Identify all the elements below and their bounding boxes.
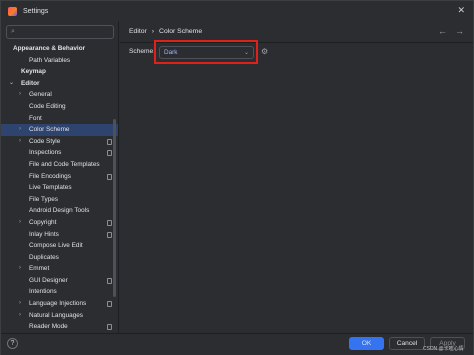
breadcrumb-separator: › — [151, 28, 155, 35]
sidebar-item-label: File Types — [29, 195, 59, 203]
project-scope-icon — [107, 173, 112, 180]
content-panel: Editor › Color Scheme ← → Scheme: Dark ⌄… — [120, 21, 473, 333]
search-icon: ⌕ — [11, 28, 15, 35]
sidebar-item-label: Code Editing — [29, 102, 66, 110]
sidebar-item-label: Android Design Tools — [29, 207, 90, 215]
sidebar-item-file-encodings[interactable]: File Encodings — [1, 171, 118, 183]
sidebar-item-label: Code Style — [29, 137, 61, 145]
sidebar-item-label: Font — [29, 114, 42, 122]
sidebar-item-path-variables[interactable]: Path Variables — [1, 55, 118, 67]
sidebar-item-label: General — [29, 91, 52, 99]
back-arrow-icon[interactable]: ← — [438, 26, 447, 36]
sidebar-item-label: Compose Live Edit — [29, 242, 83, 250]
sidebar-item-natural-languages[interactable]: › Natural Languages — [1, 310, 118, 322]
project-scope-icon — [107, 219, 112, 226]
app-logo-icon — [8, 6, 17, 16]
sidebar-item-file-and-code-templates[interactable]: File and Code Templates — [1, 159, 118, 171]
sidebar-item-label: Color Scheme — [29, 126, 70, 134]
sidebar-item-keymap[interactable]: Keymap — [1, 66, 118, 78]
project-scope-icon — [107, 277, 112, 284]
chevron-right-icon[interactable]: › — [19, 217, 21, 229]
sidebar-item-label: Path Variables — [29, 56, 71, 64]
gear-icon[interactable]: ⚙ — [261, 47, 268, 56]
breadcrumb: Editor › Color Scheme — [129, 28, 202, 35]
sidebar-item-duplicates[interactable]: Duplicates — [1, 252, 118, 264]
sidebar-item-inlay-hints[interactable]: Inlay Hints — [1, 229, 118, 241]
chevron-down-icon[interactable]: ⌄ — [9, 78, 14, 90]
highlight-box — [154, 40, 258, 64]
chevron-right-icon[interactable]: › — [19, 298, 21, 310]
help-button[interactable]: ? — [7, 338, 18, 349]
forward-arrow-icon[interactable]: → — [455, 26, 464, 36]
sidebar-item-gui-designer[interactable]: GUI Designer — [1, 275, 118, 287]
watermark: CSDN @卡哇心情 — [423, 346, 464, 352]
sidebar-item-label: Natural Languages — [29, 311, 84, 319]
breadcrumb-current: Color Scheme — [159, 28, 203, 35]
sidebar-item-editor[interactable]: ⌄ Editor — [1, 78, 118, 90]
project-scope-icon — [107, 301, 112, 308]
sidebar-item-general[interactable]: › General — [1, 89, 118, 101]
scheme-label: Scheme: — [129, 48, 156, 55]
breadcrumb-parent[interactable]: Editor — [129, 28, 147, 35]
settings-sidebar: ⌕ Appearance & Behavior Path Variables Key… — [1, 21, 119, 333]
sidebar-item-copyright[interactable]: › Copyright — [1, 217, 118, 229]
sidebar-item-compose-live-edit[interactable]: Compose Live Edit — [1, 240, 118, 252]
sidebar-item-label: Language Injections — [29, 300, 87, 308]
sidebar-item-live-templates[interactable]: Live Templates — [1, 182, 118, 194]
ok-button[interactable]: OK — [349, 337, 384, 350]
sidebar-item-label: Keymap — [21, 68, 46, 76]
project-scope-icon — [107, 138, 112, 145]
sidebar-item-code-editing[interactable]: Code Editing — [1, 101, 118, 113]
sidebar-item-inspections[interactable]: Inspections — [1, 147, 118, 159]
chevron-right-icon[interactable]: › — [19, 310, 21, 322]
chevron-right-icon[interactable]: › — [19, 89, 21, 101]
sidebar-item-label: File Encodings — [29, 172, 71, 180]
sidebar-item-label: Reader Mode — [29, 323, 68, 331]
sidebar-item-intentions[interactable]: Intentions — [1, 286, 118, 298]
sidebar-item-label: Live Templates — [29, 184, 72, 192]
sidebar-item-appearance-behavior[interactable]: Appearance & Behavior — [1, 43, 118, 55]
project-scope-icon — [107, 324, 112, 331]
sidebar-item-emmet[interactable]: › Emmet — [1, 263, 118, 275]
settings-window: Settings ✕ ⌕ Appearance & Behavior Path V… — [0, 0, 474, 355]
sidebar-item-language-injections[interactable]: › Language Injections — [1, 298, 118, 310]
sidebar-item-label: File and Code Templates — [29, 160, 100, 168]
cancel-button[interactable]: Cancel — [389, 337, 425, 350]
sidebar-scrollbar[interactable] — [113, 119, 116, 297]
sidebar-item-label: Inlay Hints — [29, 230, 59, 238]
sidebar-item-label: Appearance & Behavior — [13, 45, 86, 52]
sidebar-item-label: Emmet — [29, 265, 50, 273]
sidebar-item-android-design-tools[interactable]: Android Design Tools — [1, 205, 118, 217]
sidebar-item-label: Copyright — [29, 218, 57, 226]
sidebar-item-font[interactable]: Font — [1, 113, 118, 125]
dialog-footer: ? OK Cancel Apply — [1, 333, 473, 355]
chevron-right-icon[interactable]: › — [19, 124, 21, 136]
chevron-right-icon[interactable]: › — [19, 136, 21, 148]
project-scope-icon — [107, 150, 112, 157]
close-icon[interactable]: ✕ — [457, 5, 465, 16]
sidebar-item-label: GUI Designer — [29, 276, 68, 284]
project-scope-icon — [107, 231, 112, 238]
sidebar-item-color-scheme[interactable]: › Color Scheme — [1, 124, 118, 136]
chevron-right-icon[interactable]: › — [19, 263, 21, 275]
search-field[interactable]: ⌕ — [6, 25, 114, 39]
sidebar-item-label: Inspections — [29, 149, 62, 157]
settings-tree: Appearance & Behavior Path Variables Keyma… — [1, 43, 118, 333]
sidebar-item-label: Editor — [21, 79, 40, 87]
sidebar-item-file-types[interactable]: File Types — [1, 194, 118, 206]
sidebar-item-code-style[interactable]: › Code Style — [1, 136, 118, 148]
sidebar-item-label: Duplicates — [29, 253, 59, 261]
sidebar-item-reader-mode[interactable]: Reader Mode — [1, 321, 118, 333]
sidebar-item-label: Intentions — [29, 288, 57, 296]
title-bar: Settings ✕ — [1, 1, 473, 21]
window-title: Settings — [23, 7, 49, 15]
